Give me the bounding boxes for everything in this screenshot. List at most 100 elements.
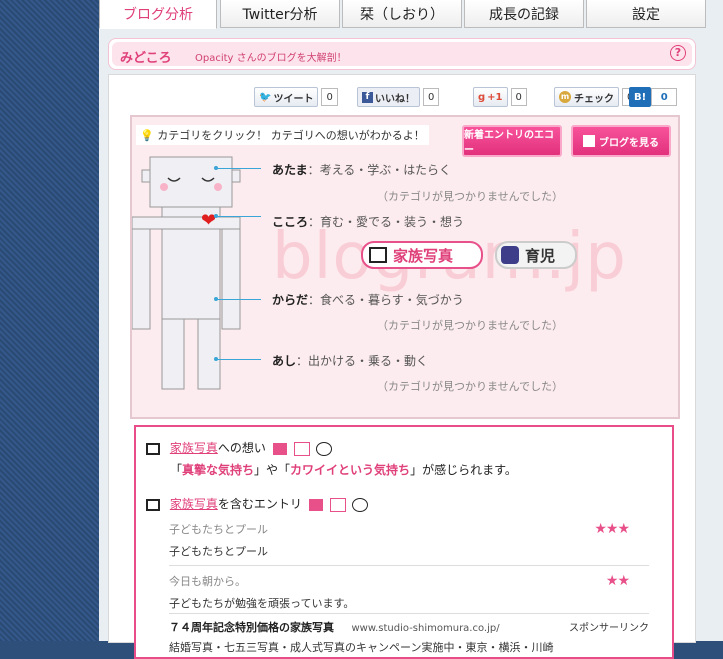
category-legs-label: あし <box>272 354 297 368</box>
new-badge-icon <box>293 441 310 456</box>
entry-separator <box>169 565 649 566</box>
category-heart-items: ：育む・愛でる・装う・想う <box>308 215 465 229</box>
feeling-mid: 」や「 <box>254 463 291 477</box>
category-hint: 💡 カテゴリをクリック！ カテゴリへの想いがわかるよ！ <box>136 125 429 145</box>
category-body-items: ：食べる・暮らす・気づかう <box>308 293 464 307</box>
like-label: いいね！ <box>375 93 415 105</box>
entry-separator <box>169 613 649 614</box>
category-info-box: 家族写真への想い 「真摯な気持ち」や「カワイイという気持ち」が感じられます。 家… <box>134 425 674 659</box>
view-blog-label: ブログを見る <box>599 137 659 149</box>
sponsor-ad[interactable]: ７４周年記念特別価格の家族写真 www.studio-shimomura.co.… <box>169 619 649 655</box>
midokoro-description: Opacity さんのブログを大解剖！ <box>195 53 347 64</box>
gplus-widget: g +1 0 <box>473 87 527 107</box>
entries-category-link[interactable]: 家族写真 <box>170 497 218 511</box>
category-legs[interactable]: あし：出かける・乗る・動く <box>272 352 428 369</box>
entry-title[interactable]: 今日も朝から。 <box>169 573 649 589</box>
entries-title-suffix: を含むエントリ <box>217 497 302 511</box>
tweet-button[interactable]: 🐦 ツイート <box>254 87 319 107</box>
crown-icon <box>272 442 287 455</box>
category-head[interactable]: あたま：考える・学ぶ・はたらく <box>272 161 451 178</box>
category-stage: blogram.jp 💡 カテゴリをクリック！ カテゴリへの想いがわかるよ！ 新… <box>130 115 680 419</box>
baby-icon <box>501 246 519 264</box>
entry-item[interactable]: 子どもたちとプール 子どもたちとプール ★★★ <box>169 521 649 559</box>
help-icon[interactable]: ? <box>670 45 686 61</box>
tweet-count: 0 <box>321 88 338 106</box>
category-heart[interactable]: こころ：育む・愛でる・装う・想う <box>272 213 464 230</box>
analysis-content: 🐦 ツイート 0 f いいね！ 0 g +1 0 m チェック 0 <box>108 74 696 659</box>
feeling-word-1: 真摯な気持ち <box>182 463 255 477</box>
gplus-label: +1 <box>487 91 503 103</box>
twitter-bird-icon: 🐦 <box>259 91 272 103</box>
tab-bar: ブログ分析 Twitter分析 栞（しおり） 成長の記録 設定 <box>99 0 723 30</box>
midokoro-header-inner: みどころ Opacity さんのブログを大解剖！ ? <box>112 42 692 66</box>
tag-childcare[interactable]: 育児 <box>495 241 577 269</box>
main-panel: ブログ分析 Twitter分析 栞（しおり） 成長の記録 設定 みどころ Opa… <box>99 0 723 659</box>
sponsor-title[interactable]: ７４周年記念特別価格の家族写真 <box>169 621 334 634</box>
blog-icon <box>583 135 595 147</box>
entry-desc: 子どもたちとプール <box>169 545 268 558</box>
heart-icon: ❤ <box>201 210 217 231</box>
category-body[interactable]: からだ：食べる・暮らす・気づかう <box>272 291 464 308</box>
desktop-background <box>0 0 100 641</box>
facebook-icon: f <box>362 91 373 103</box>
feeling-word-2: カワイイという気持ち <box>290 463 411 477</box>
film-icon <box>146 442 160 455</box>
check-button[interactable]: m チェック <box>554 87 619 107</box>
gplus-count: 0 <box>510 88 527 106</box>
speech-bubble-icon <box>352 497 369 512</box>
view-blog-button[interactable]: ブログを見る <box>571 125 671 157</box>
connector-line-head <box>216 168 261 169</box>
feeling-title: 家族写真への想い <box>146 439 333 456</box>
like-widget: f いいね！ 0 <box>357 87 440 107</box>
tab-bookmark[interactable]: 栞（しおり） <box>342 0 462 28</box>
connector-line-heart <box>216 216 261 217</box>
crown-icon <box>308 498 323 511</box>
sponsor-title-row: ７４周年記念特別価格の家族写真 www.studio-shimomura.co.… <box>169 619 649 635</box>
sponsor-url[interactable]: www.studio-shimomura.co.jp/ <box>352 623 500 634</box>
midokoro-header: みどころ Opacity さんのブログを大解剖！ ? <box>108 38 696 70</box>
tab-blog-analysis[interactable]: ブログ分析 <box>99 0 217 29</box>
entry-desc: 子どもたちが勉強を頑張っています。 <box>169 597 355 610</box>
tag-family-photo[interactable]: 家族写真 <box>361 241 483 269</box>
tab-settings[interactable]: 設定 <box>586 0 706 28</box>
feeling-description: 「真摯な気持ち」や「カワイイという気持ち」が感じられます。 <box>170 461 517 478</box>
category-legs-items: ：出かける・乗る・動く <box>296 354 429 368</box>
tab-growth-record[interactable]: 成長の記録 <box>464 0 584 28</box>
film-icon <box>369 247 387 263</box>
gplus-button[interactable]: g +1 <box>473 87 508 107</box>
tag-family-photo-label: 家族写真 <box>393 246 454 265</box>
tweet-widget: 🐦 ツイート 0 <box>254 87 338 107</box>
like-button[interactable]: f いいね！ <box>357 87 420 107</box>
feeling-title-suffix: への想い <box>217 441 266 455</box>
tweet-label: ツイート <box>273 93 314 105</box>
midokoro-title: みどころ <box>120 51 172 66</box>
lightbulb-icon: 💡 <box>140 129 154 142</box>
hatena-widget: B! 0 <box>629 87 678 107</box>
feeling-prefix: 「 <box>170 463 183 477</box>
category-body-label: からだ <box>272 293 309 307</box>
tab-twitter-analysis[interactable]: Twitter分析 <box>220 0 340 28</box>
sponsor-desc: 結婚写真・七五三写真・成人式写真のキャンペーン実施中・東京・横浜・川崎 <box>169 641 554 654</box>
category-head-note: （カテゴリが見つかりませんでした） <box>377 190 564 203</box>
film-icon <box>146 498 160 511</box>
hatena-bookmark-button[interactable]: B! <box>629 87 652 107</box>
like-count: 0 <box>423 88 440 106</box>
entry-item[interactable]: 今日も朝から。 子どもたちが勉強を頑張っています。 ★★ <box>169 573 649 611</box>
hatena-count: 0 <box>651 88 678 106</box>
new-entries-echo-button[interactable]: 新着エントリのエコー <box>462 125 562 157</box>
category-heart-label: こころ <box>272 215 309 229</box>
hint-text: カテゴリをクリック！ カテゴリへの想いがわかるよ！ <box>157 129 425 142</box>
category-body-note: （カテゴリが見つかりませんでした） <box>377 319 564 332</box>
connector-line-legs <box>216 359 261 360</box>
gplus-icon: g <box>478 91 486 103</box>
connector-line-body <box>216 299 261 300</box>
entry-rating-stars: ★★★ <box>594 521 630 537</box>
entry-title[interactable]: 子どもたちとプール <box>169 521 649 537</box>
sponsor-label: スポンサーリンク <box>569 623 649 634</box>
feeling-suffix: 」が感じられます。 <box>410 463 517 477</box>
entries-title: 家族写真を含むエントリ <box>146 495 369 512</box>
body-figure <box>132 156 241 390</box>
check-widget: m チェック 0 <box>554 87 639 107</box>
speech-bubble-icon <box>316 441 333 456</box>
feeling-category-link[interactable]: 家族写真 <box>170 441 218 455</box>
